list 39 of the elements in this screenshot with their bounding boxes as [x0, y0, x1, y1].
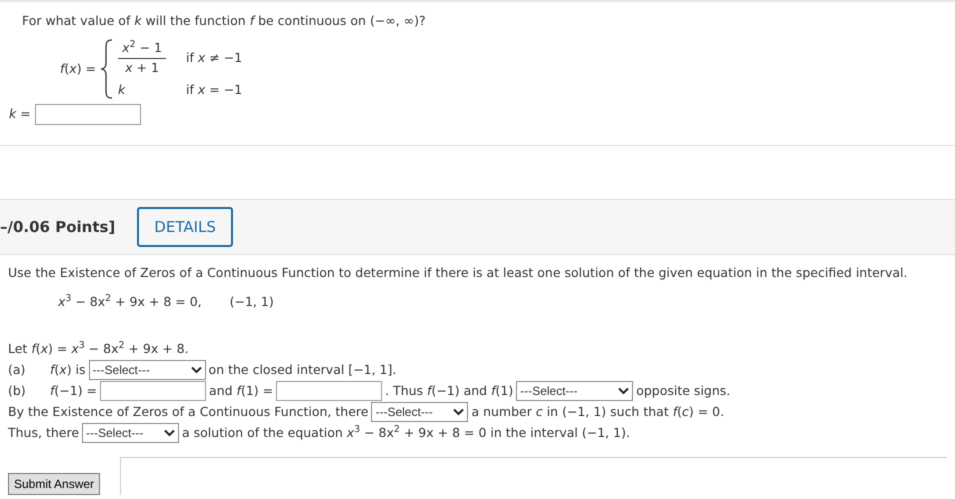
denominator-text: x + 1	[125, 58, 159, 76]
answer-field[interactable]	[100, 381, 206, 401]
part-label: (a)	[8, 360, 26, 379]
part-label: (b)	[8, 382, 27, 400]
answer-field[interactable]	[34, 104, 141, 125]
points-label: –/0.06 Points]	[0, 216, 116, 238]
sentence-text: Thus, there	[8, 424, 80, 442]
instruction-text: Use the Existence of Zeros of a Continuous Function to determine if there is at least one solution of the given equation in the specified interval.	[8, 265, 908, 280]
details-button[interactable]: DETAILS	[137, 207, 233, 247]
sentence-text: Let f(x) = x$^{3}$ − 8x$^{2}$ + 9x + 8.	[8, 340, 189, 358]
select-dropdown[interactable]: ---Select---	[88, 360, 206, 380]
sentence-text: . Thus f(−1) and f(1)	[385, 382, 514, 400]
sentence-text: By the Existence of Zeros of a Continuous Function, there	[8, 402, 368, 421]
sentence-text: f(−1) =	[50, 382, 98, 400]
chevron-down-icon	[618, 387, 630, 395]
submit-button[interactable]: Submit Answer	[8, 472, 100, 494]
brace-icon	[100, 39, 114, 100]
case-condition: if x = −1	[186, 81, 242, 100]
select-dropdown[interactable]: ---Select---	[516, 381, 634, 401]
question-text: For what value of k will the function f be continuous on (−∞, ∞)?	[22, 13, 426, 28]
equation-text: x$^{3}$ − 8x$^{2}$ + 9x + 8 = 0,	[58, 292, 202, 311]
sentence-text: f(x) is	[50, 360, 86, 379]
case-condition: if x ≠ −1	[186, 48, 242, 67]
answer-label: k =	[9, 105, 31, 124]
select-dropdown[interactable]: ---Select---	[82, 423, 180, 443]
sentence-text: a solution of the equation x$^{3}$ − 8x$^{2}$ + 9x + 8 = 0 in the interval (−1, 1).	[182, 424, 630, 442]
sentence-text: on the closed interval [−1, 1].	[208, 360, 396, 379]
sentence-text: a number c in (−1, 1) such that f(c) = 0.	[471, 402, 724, 421]
interval-text: (−1, 1)	[230, 292, 274, 311]
numerator-text: x$^{2}$ − 1	[122, 38, 162, 57]
answer-field[interactable]	[276, 381, 382, 401]
function-lhs: f(x) =	[60, 60, 96, 78]
sentence-text: opposite signs.	[636, 382, 730, 400]
case-expression: k	[118, 82, 126, 98]
chevron-down-icon	[190, 366, 202, 374]
chevron-down-icon	[453, 408, 464, 416]
chevron-down-icon	[164, 429, 176, 437]
sentence-text: and f(1) =	[209, 382, 274, 400]
select-dropdown[interactable]: ---Select---	[371, 402, 468, 422]
